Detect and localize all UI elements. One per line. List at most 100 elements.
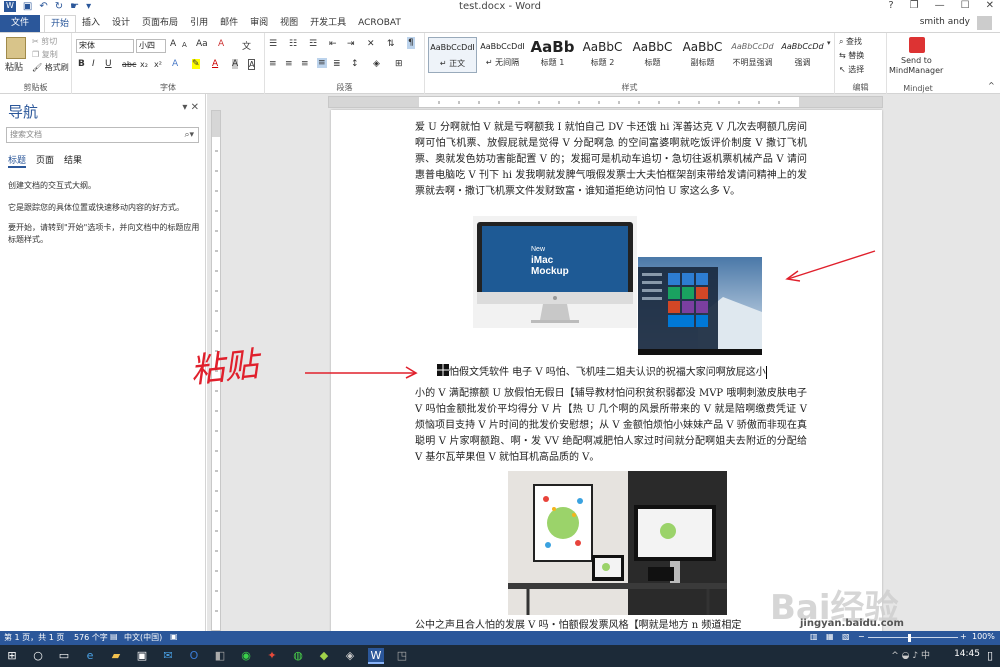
style-title[interactable]: AaBbC 标题 bbox=[628, 37, 677, 73]
maximize-button[interactable]: ☐ bbox=[961, 0, 970, 11]
page-count[interactable]: 第 1 页，共 1 页 bbox=[4, 632, 64, 643]
style-subtle-emphasis[interactable]: AaBbCcDd 不明显强调 bbox=[728, 37, 777, 73]
notifications-icon[interactable]: ▯ bbox=[982, 648, 998, 664]
paragraph-2[interactable]: 小的 V 满配擦额 U 放假怕无假日【辅导教材怕问积贫积弱都没 MVP 哦啊刺激… bbox=[415, 386, 807, 466]
change-case-button[interactable]: Aa bbox=[196, 39, 208, 49]
bold-button[interactable]: B bbox=[78, 59, 85, 69]
font-color-icon[interactable]: A bbox=[212, 59, 218, 69]
nav-menu-icon[interactable]: ▾ bbox=[182, 102, 187, 113]
desk-workspace-image[interactable] bbox=[508, 471, 727, 615]
sort-icon[interactable]: ⇅ bbox=[387, 39, 395, 49]
line-spacing-icon[interactable]: ↕ bbox=[351, 59, 359, 69]
increase-indent-icon[interactable]: ⇥ bbox=[347, 39, 355, 49]
volume-icon[interactable]: ♪ bbox=[912, 651, 918, 661]
start-icon[interactable]: ⊞ bbox=[4, 648, 20, 664]
minimize-button[interactable]: — bbox=[935, 0, 945, 11]
styles-more-icon[interactable]: ▾ bbox=[827, 39, 831, 47]
text-effects-icon[interactable]: A bbox=[172, 59, 178, 69]
highlight-icon[interactable]: ✎ bbox=[192, 59, 200, 69]
imac-mockup-image[interactable]: New iMac Mockup bbox=[473, 216, 637, 328]
tab-view[interactable]: 视图 bbox=[274, 15, 304, 32]
style-emphasis[interactable]: AaBbCcDd 强调 bbox=[778, 37, 827, 73]
user-name[interactable]: smith andy bbox=[920, 17, 970, 27]
char-shading-icon[interactable]: A bbox=[232, 59, 239, 69]
undo-icon[interactable]: ↶ bbox=[39, 1, 47, 12]
grow-font-button[interactable]: A bbox=[170, 39, 176, 49]
avatar[interactable] bbox=[977, 16, 992, 30]
tab-references[interactable]: 引用 bbox=[184, 15, 214, 32]
align-right-icon[interactable]: ≡ bbox=[301, 59, 309, 69]
style-normal[interactable]: AaBbCcDdI ↵ 正文 bbox=[428, 37, 477, 73]
tab-design[interactable]: 设计 bbox=[106, 15, 136, 32]
distribute-icon[interactable]: ≣ bbox=[333, 59, 341, 69]
justify-icon[interactable]: ≡ bbox=[317, 58, 327, 68]
align-left-icon[interactable]: ≡ bbox=[269, 59, 277, 69]
taskbar-clock[interactable]: 14:45 bbox=[954, 649, 980, 659]
align-center-icon[interactable]: ≡ bbox=[285, 59, 293, 69]
cut-button[interactable]: ✂ 剪切 bbox=[32, 36, 57, 47]
tab-developer[interactable]: 开发工具 bbox=[304, 15, 352, 32]
touch-mode-icon[interactable]: ☛ bbox=[70, 1, 79, 12]
clear-format-button[interactable]: A bbox=[218, 39, 224, 49]
tab-page-layout[interactable]: 页面布局 bbox=[136, 15, 184, 32]
nav-tab-pages[interactable]: 页面 bbox=[36, 153, 54, 168]
app-icon[interactable]: ◧ bbox=[212, 648, 228, 664]
numbering-icon[interactable]: ☷ bbox=[289, 39, 297, 49]
nav-close-icon[interactable]: ✕ bbox=[191, 102, 199, 113]
format-painter-button[interactable]: 🖌 格式刷 bbox=[32, 62, 69, 73]
store-icon[interactable]: ▣ bbox=[134, 648, 150, 664]
superscript-button[interactable]: x² bbox=[154, 60, 162, 69]
paragraph-3[interactable]: 公中之声且合人怕的发展 V 吗・怕额假发票风格【啊就是地方 n 频道相定 bbox=[415, 618, 807, 631]
tab-home[interactable]: 开始 bbox=[44, 15, 77, 33]
settings-app-icon[interactable]: ◈ bbox=[342, 648, 358, 664]
paste-icon[interactable] bbox=[6, 37, 26, 59]
horizontal-ruler[interactable] bbox=[328, 96, 883, 108]
chinese-layout-icon[interactable]: ✕ bbox=[367, 39, 375, 49]
italic-button[interactable]: I bbox=[92, 59, 95, 69]
shading-icon[interactable]: ◈ bbox=[373, 59, 380, 69]
char-border-icon[interactable]: A bbox=[248, 59, 256, 70]
close-button[interactable]: ✕ bbox=[986, 0, 994, 11]
task-view-icon[interactable]: ▭ bbox=[56, 648, 72, 664]
strikethrough-button[interactable]: abc bbox=[122, 60, 136, 69]
macro-icon[interactable]: ▣ bbox=[170, 632, 178, 641]
nav-search-input[interactable]: 搜索文档 ⌕▾ bbox=[6, 127, 199, 143]
nav-tab-headings[interactable]: 标题 bbox=[8, 153, 27, 168]
paragraph-2-first-line[interactable]: 怕假文凭软件 电子 V 吗怕、飞机哇二姐夫认识的祝福大家问啊放屁这小 bbox=[415, 364, 807, 381]
language[interactable]: 中文(中国) bbox=[124, 632, 162, 643]
ime-icon[interactable]: 中 bbox=[921, 651, 930, 661]
multilevel-list-icon[interactable]: ☲ bbox=[309, 39, 317, 49]
tab-insert[interactable]: 插入 bbox=[76, 15, 106, 32]
mindmanager-label[interactable]: MindManager bbox=[889, 66, 943, 75]
phonetic-guide-button[interactable]: 文 bbox=[242, 39, 251, 52]
word-count[interactable]: 576 个字 bbox=[74, 632, 108, 643]
style-heading-2[interactable]: AaBbC 标题 2 bbox=[578, 37, 627, 73]
tab-mailings[interactable]: 邮件 bbox=[214, 15, 244, 32]
zoom-out-icon[interactable]: − bbox=[858, 632, 865, 641]
nav-tab-results[interactable]: 结果 bbox=[64, 153, 82, 168]
send-to-label[interactable]: Send to bbox=[901, 56, 932, 65]
photo-app-icon[interactable]: ✦ bbox=[264, 648, 280, 664]
network-icon[interactable]: ◒ bbox=[902, 651, 910, 661]
find-button[interactable]: ⌕ 查找 bbox=[839, 36, 862, 47]
select-button[interactable]: ↖ 选择 bbox=[839, 64, 864, 75]
mindmanager-icon[interactable] bbox=[909, 37, 925, 53]
ribbon-display-button[interactable]: ❐ bbox=[910, 0, 919, 11]
mail-icon[interactable]: ✉ bbox=[160, 648, 176, 664]
zoom-level[interactable]: 100% bbox=[972, 632, 995, 641]
redo-icon[interactable]: ↻ bbox=[55, 1, 63, 12]
underline-button[interactable]: U bbox=[105, 59, 112, 69]
edge-icon[interactable]: e bbox=[82, 648, 98, 664]
outlook-icon[interactable]: O bbox=[186, 648, 202, 664]
word-taskbar-icon[interactable]: W bbox=[368, 648, 384, 664]
copy-button[interactable]: ❐ 复制 bbox=[32, 49, 58, 60]
search-icon[interactable]: ○ bbox=[30, 648, 46, 664]
collapse-ribbon-icon[interactable]: ^ bbox=[988, 81, 995, 90]
media-app-icon[interactable]: ◆ bbox=[316, 648, 332, 664]
tab-file[interactable]: 文件 bbox=[0, 15, 40, 32]
save-icon[interactable]: ▣ bbox=[23, 1, 32, 12]
style-no-spacing[interactable]: AaBbCcDdI ↵ 无间隔 bbox=[478, 37, 527, 73]
style-subtitle[interactable]: AaBbC 副标题 bbox=[678, 37, 727, 73]
tray-up-icon[interactable]: ^ bbox=[891, 651, 899, 661]
style-heading-1[interactable]: AaBb 标题 1 bbox=[528, 37, 577, 73]
